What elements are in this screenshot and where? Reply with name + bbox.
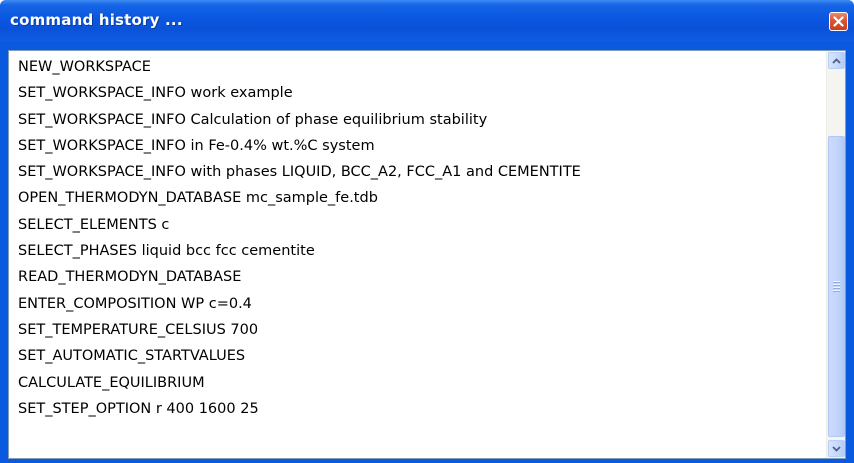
scroll-up-button[interactable] (828, 52, 845, 69)
history-list[interactable]: NEW_WORKSPACE SET_WORKSPACE_INFO work exa… (9, 51, 827, 458)
history-item[interactable]: SET_AUTOMATIC_STARTVALUES (9, 343, 827, 369)
window-title: command history ... (10, 11, 183, 29)
history-item[interactable]: SET_WORKSPACE_INFO with phases LIQUID, B… (9, 159, 827, 185)
history-item[interactable]: SELECT_ELEMENTS c (9, 212, 827, 238)
command-history-window: command history ... NEW_WORKSPACE SET_WOR… (0, 0, 854, 463)
history-item[interactable]: CALCULATE_EQUILIBRIUM (9, 370, 827, 396)
history-item[interactable]: ENTER_COMPOSITION WP c=0.4 (9, 291, 827, 317)
history-item[interactable]: SELECT_PHASES liquid bcc fcc cementite (9, 238, 827, 264)
history-item[interactable]: SET_WORKSPACE_INFO work example (9, 80, 827, 106)
chevron-up-icon (832, 57, 841, 64)
title-bar[interactable]: command history ... (0, 0, 854, 41)
grip-icon (833, 281, 841, 292)
close-icon (833, 16, 844, 27)
history-item[interactable]: SET_TEMPERATURE_CELSIUS 700 (9, 317, 827, 343)
history-item[interactable]: SET_WORKSPACE_INFO in Fe-0.4% wt.%C syst… (9, 133, 827, 159)
history-item[interactable]: SET_WORKSPACE_INFO Calculation of phase … (9, 107, 827, 133)
history-item[interactable]: SET_STEP_OPTION r 400 1600 25 (9, 396, 827, 422)
close-button[interactable] (829, 12, 848, 31)
history-item[interactable]: OPEN_THERMODYN_DATABASE mc_sample_fe.tdb (9, 185, 827, 211)
history-item[interactable]: READ_THERMODYN_DATABASE (9, 264, 827, 290)
chevron-down-icon (832, 445, 841, 452)
history-panel: NEW_WORKSPACE SET_WORKSPACE_INFO work exa… (8, 50, 846, 459)
history-item[interactable]: NEW_WORKSPACE (9, 54, 827, 80)
scroll-down-button[interactable] (828, 440, 845, 457)
vertical-scrollbar[interactable] (826, 51, 845, 458)
scrollbar-thumb[interactable] (828, 136, 845, 437)
